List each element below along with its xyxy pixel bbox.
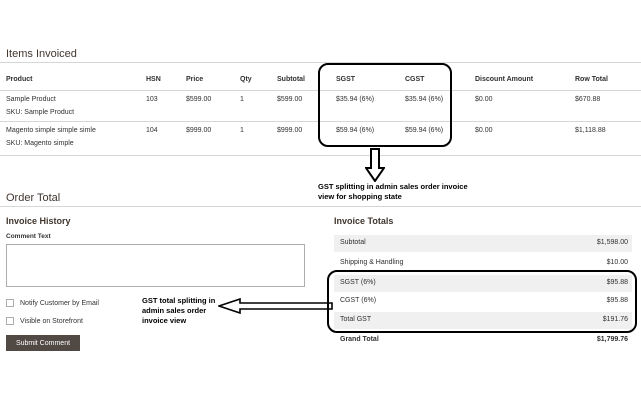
annotation-line: view for shopping state xyxy=(318,192,402,201)
product-name: Magento simple simple simle xyxy=(6,127,96,134)
product-sku: SKU: Magento simple xyxy=(6,140,74,147)
product-sku: SKU: Sample Product xyxy=(6,109,75,116)
subtotal-cell: $599.00 xyxy=(277,96,303,103)
items-invoiced-divider xyxy=(0,62,641,63)
product-name: Sample Product xyxy=(6,96,56,103)
totals-row-subtotal: Subtotal $1,598.00 xyxy=(334,235,632,252)
row-total-cell: $670.88 xyxy=(575,96,601,103)
visible-storefront-label: Visible on Storefront xyxy=(20,317,83,325)
annotation-line: admin sales order xyxy=(142,306,207,315)
annotation-line: GST total splitting in xyxy=(142,296,216,305)
order-total-divider xyxy=(0,206,641,207)
notify-customer-option[interactable]: Notify Customer by Email xyxy=(6,299,99,307)
totals-value: $1,598.00 xyxy=(596,239,628,246)
order-total-title: Order Total xyxy=(6,192,61,204)
subtotal-cell: $999.00 xyxy=(277,127,303,134)
visible-storefront-checkbox[interactable] xyxy=(6,317,14,325)
discount-cell: $0.00 xyxy=(475,127,493,134)
notify-customer-checkbox[interactable] xyxy=(6,299,14,307)
submit-comment-button[interactable]: Submit Comment xyxy=(6,335,80,351)
price-cell: $599.00 xyxy=(186,96,212,103)
col-rowtotal-header: Row Total xyxy=(575,76,608,83)
totals-value: $1,799.76 xyxy=(596,336,628,343)
comment-text-label: Comment Text xyxy=(6,233,51,240)
notify-customer-label: Notify Customer by Email xyxy=(20,299,99,307)
col-hsn-header: HSN xyxy=(146,76,161,83)
col-qty-header: Qty xyxy=(240,76,252,83)
totals-row-grand-total: Grand Total $1,799.76 xyxy=(334,332,632,349)
col-subtotal-header: Subtotal xyxy=(277,76,305,83)
price-cell: $999.00 xyxy=(186,127,212,134)
arrow-down-icon xyxy=(365,148,385,182)
qty-cell: 1 xyxy=(240,127,244,134)
hsn-cell: 103 xyxy=(146,96,158,103)
hsn-cell: 104 xyxy=(146,127,158,134)
col-price-header: Price xyxy=(186,76,204,83)
discount-cell: $0.00 xyxy=(475,96,493,103)
totals-label: Subtotal xyxy=(340,239,366,246)
annotation-gst-splitting: GST splitting in admin sales order invoi… xyxy=(318,182,468,202)
col-product-header: Product xyxy=(6,76,33,83)
col-discount-header: Discount Amount xyxy=(475,76,534,83)
table-bottom-divider xyxy=(0,155,641,156)
comment-textarea[interactable] xyxy=(6,244,305,287)
qty-cell: 1 xyxy=(240,96,244,103)
annotation-line: GST splitting in admin sales order invoi… xyxy=(318,182,468,191)
arrow-left-icon xyxy=(218,298,333,314)
gst-totals-highlight xyxy=(327,270,637,333)
gst-columns-highlight xyxy=(318,63,452,147)
invoice-totals-title: Invoice Totals xyxy=(334,216,394,226)
invoice-history-title: Invoice History xyxy=(6,216,71,226)
items-invoiced-title: Items Invoiced xyxy=(6,48,77,60)
annotation-gst-total: GST total splitting in admin sales order… xyxy=(142,296,215,326)
totals-value: $10.00 xyxy=(606,259,628,266)
row-total-cell: $1,118.88 xyxy=(575,127,606,134)
totals-label: Shipping & Handling xyxy=(340,259,404,266)
totals-label: Grand Total xyxy=(340,336,379,343)
visible-storefront-option[interactable]: Visible on Storefront xyxy=(6,317,83,325)
annotation-line: invoice view xyxy=(142,316,187,325)
